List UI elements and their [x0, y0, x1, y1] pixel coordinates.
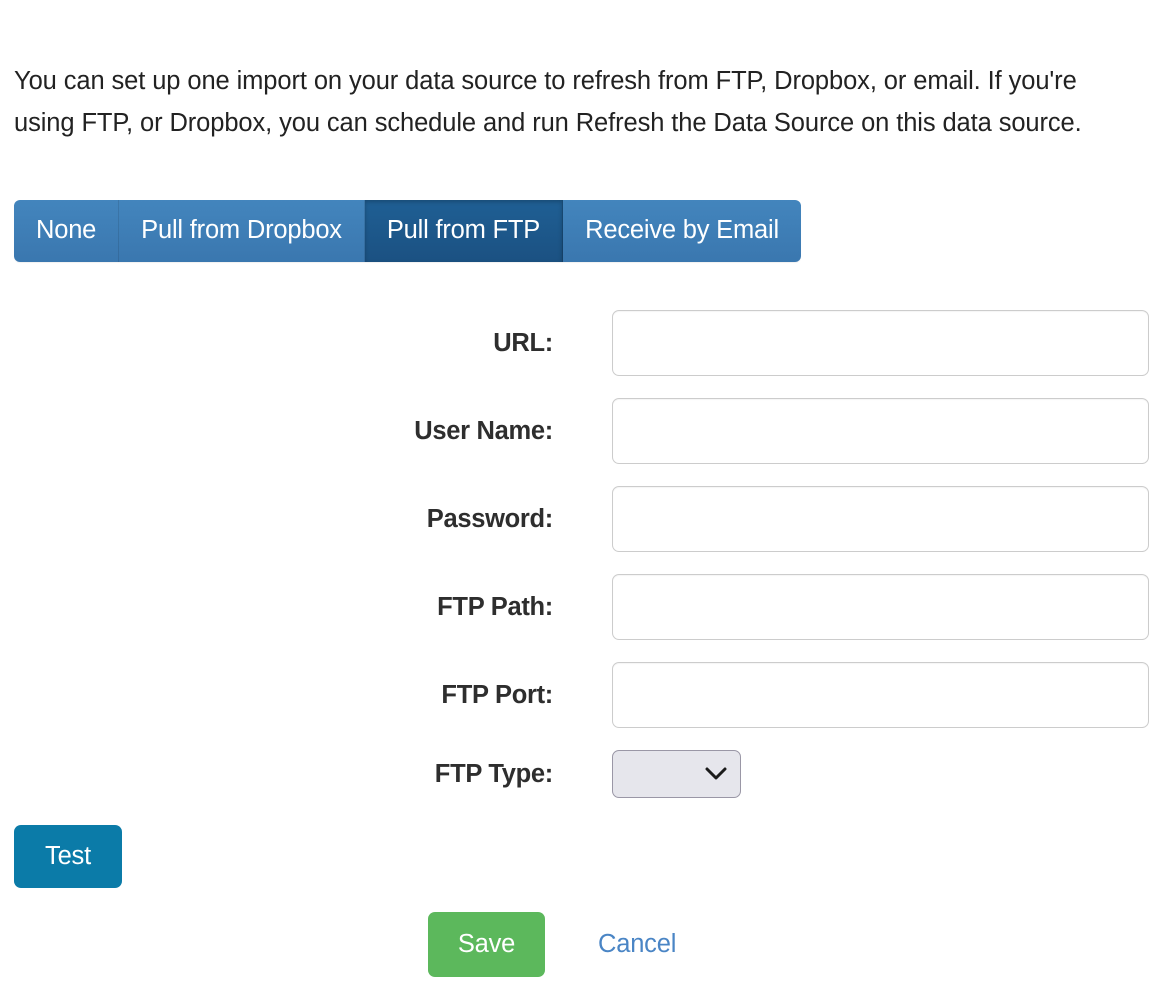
- url-input[interactable]: [612, 310, 1149, 376]
- form-row-ftp-type: FTP Type:: [0, 750, 1170, 798]
- ftp-port-input[interactable]: [612, 662, 1149, 728]
- tab-pull-from-dropbox[interactable]: Pull from Dropbox: [119, 200, 365, 262]
- password-field-wrap: [612, 486, 1170, 552]
- password-label: Password:: [0, 486, 553, 552]
- form-row-user-name: User Name:: [0, 398, 1170, 464]
- user-name-input[interactable]: [612, 398, 1149, 464]
- test-button[interactable]: Test: [14, 825, 122, 888]
- ftp-port-label: FTP Port:: [0, 662, 553, 728]
- user-name-label: User Name:: [0, 398, 553, 464]
- form-row-ftp-port: FTP Port:: [0, 662, 1170, 728]
- tab-receive-by-email[interactable]: Receive by Email: [563, 200, 801, 262]
- url-field-wrap: [612, 310, 1170, 376]
- tab-none[interactable]: None: [14, 200, 119, 262]
- ftp-path-field-wrap: [612, 574, 1170, 640]
- tab-pull-from-ftp[interactable]: Pull from FTP: [365, 200, 563, 262]
- form-row-ftp-path: FTP Path:: [0, 574, 1170, 640]
- ftp-type-label: FTP Type:: [0, 750, 553, 798]
- intro-paragraph: You can set up one import on your data s…: [14, 60, 1124, 144]
- ftp-path-input[interactable]: [612, 574, 1149, 640]
- user-name-field-wrap: [612, 398, 1170, 464]
- ftp-path-label: FTP Path:: [0, 574, 553, 640]
- form-row-url: URL:: [0, 310, 1170, 376]
- ftp-type-select[interactable]: [612, 750, 741, 798]
- ftp-type-select-wrap: [612, 750, 741, 798]
- url-label: URL:: [0, 310, 553, 376]
- ftp-port-field-wrap: [612, 662, 1170, 728]
- password-input[interactable]: [612, 486, 1149, 552]
- import-source-tab-group: None Pull from Dropbox Pull from FTP Rec…: [14, 200, 801, 262]
- cancel-link[interactable]: Cancel: [598, 930, 676, 959]
- ftp-settings-form: URL: User Name: Password: FTP Path: FTP: [0, 310, 1170, 798]
- save-button[interactable]: Save: [428, 912, 545, 977]
- ftp-type-field-wrap: [612, 750, 741, 798]
- form-row-password: Password:: [0, 486, 1170, 552]
- form-actions: Save Cancel: [428, 912, 676, 977]
- import-settings-page: You can set up one import on your data s…: [0, 0, 1170, 988]
